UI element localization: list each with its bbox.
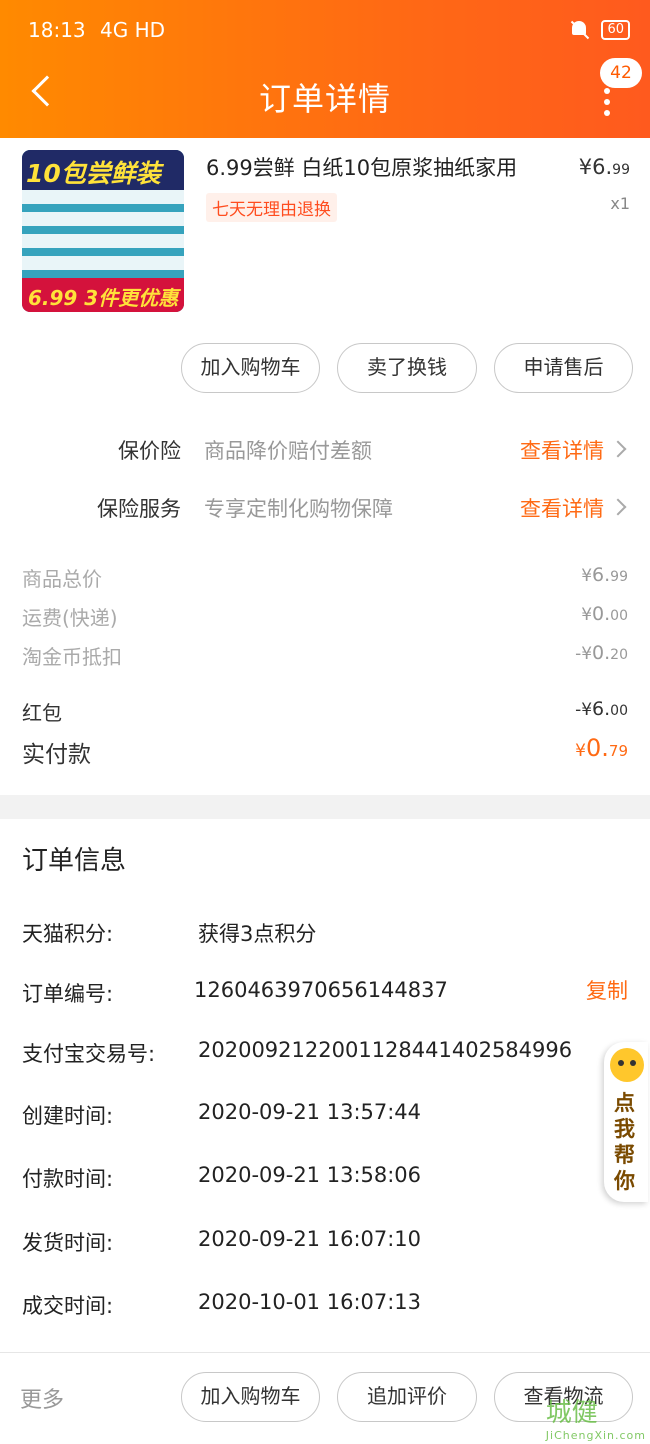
page-title: 订单详情	[258, 80, 391, 118]
bottom-bar-divider	[0, 1352, 650, 1353]
copy-order-number-button[interactable]: 复制	[586, 975, 628, 1005]
fee-value-coins: -¥0.20	[575, 642, 628, 664]
more-menu-icon[interactable]	[604, 88, 610, 121]
fee-label-coins: 淘金币抵扣	[22, 645, 122, 669]
info-label-shipped: 发货时间:	[22, 1231, 114, 1255]
info-value-order-number: 1260463970656144837	[194, 978, 448, 1002]
app-header: 18:13 4G HD 60 订单详情 42	[0, 0, 650, 138]
info-label-alipay-number: 支付宝交易号:	[22, 1042, 156, 1066]
insurance-desc-price: 商品降价赔付差额	[204, 439, 372, 463]
info-label-points: 天猫积分:	[22, 922, 114, 946]
info-value-points: 获得3点积分	[198, 922, 317, 946]
bottom-add-to-cart-button[interactable]: 加入购物车	[181, 1372, 320, 1422]
message-count-badge[interactable]: 42	[600, 58, 642, 88]
status-bar: 18:13 4G HD 60	[28, 18, 630, 48]
battery-icon: 60	[601, 20, 630, 40]
paid-label: 实付款	[22, 742, 91, 768]
insurance-service-details-link[interactable]: 查看详情	[520, 493, 604, 523]
info-label-paid-time: 付款时间:	[22, 1167, 114, 1191]
fee-label-subtotal: 商品总价	[22, 567, 102, 591]
product-name[interactable]: 6.99尝鲜 白纸10包原浆抽纸家用	[206, 152, 517, 182]
product-price: ¥6.99	[578, 155, 630, 179]
info-label-completed: 成交时间:	[22, 1294, 114, 1318]
product-image-top-text: 10包尝鲜装	[26, 159, 161, 188]
help-assistant-button[interactable]: 点我帮你	[604, 1042, 648, 1202]
chevron-right-icon	[609, 498, 627, 516]
order-info-title: 订单信息	[22, 846, 127, 876]
info-label-order-number: 订单编号:	[22, 982, 114, 1006]
insurance-label-price: 保价险	[118, 439, 181, 463]
sell-button[interactable]: 卖了换钱	[337, 343, 477, 393]
info-value-paid-time: 2020-09-21 13:58:06	[198, 1163, 422, 1187]
watermark-logo: 城健 JiChengXin.com	[545, 1398, 646, 1442]
help-assistant-label: 点我帮你	[614, 1091, 635, 1193]
product-image-bottom-text: 6.99 3件更优惠	[28, 286, 179, 310]
insurance-price-details-link[interactable]: 查看详情	[520, 435, 604, 465]
paid-amount: ¥0.79	[575, 734, 628, 762]
info-value-completed: 2020-10-01 16:07:13	[198, 1290, 422, 1314]
insurance-desc-service: 专享定制化购物保障	[204, 497, 393, 521]
section-divider	[0, 795, 650, 819]
return-policy-tag: 七天无理由退换	[206, 193, 337, 222]
mascot-icon	[610, 1048, 644, 1082]
insurance-label-service: 保险服务	[97, 497, 181, 521]
network-indicator: 4G HD	[100, 18, 166, 42]
fee-label-shipping: 运费(快递)	[22, 606, 118, 630]
add-to-cart-button[interactable]: 加入购物车	[181, 343, 320, 393]
info-value-created: 2020-09-21 13:57:44	[198, 1100, 422, 1124]
info-value-shipped: 2020-09-21 16:07:10	[198, 1227, 422, 1251]
fee-value-redpacket: -¥6.00	[575, 698, 628, 720]
fee-label-redpacket: 红包	[22, 701, 62, 725]
chevron-right-icon	[609, 440, 627, 458]
product-quantity: x1	[610, 194, 630, 213]
tissue-pack-illustration	[22, 190, 184, 278]
fee-value-shipping: ¥0.00	[581, 603, 628, 625]
info-value-alipay-number: 2020092122001128441402584996	[198, 1038, 573, 1062]
status-time: 18:13	[28, 18, 86, 42]
after-sales-button[interactable]: 申请售后	[494, 343, 633, 393]
fee-value-subtotal: ¥6.99	[581, 564, 628, 586]
mute-bell-icon	[569, 20, 589, 40]
info-label-created: 创建时间:	[22, 1104, 114, 1128]
more-button[interactable]: 更多	[20, 1382, 64, 1414]
product-thumbnail[interactable]: 10包尝鲜装 6.99 3件更优惠	[22, 150, 184, 312]
add-review-button[interactable]: 追加评价	[337, 1372, 477, 1422]
